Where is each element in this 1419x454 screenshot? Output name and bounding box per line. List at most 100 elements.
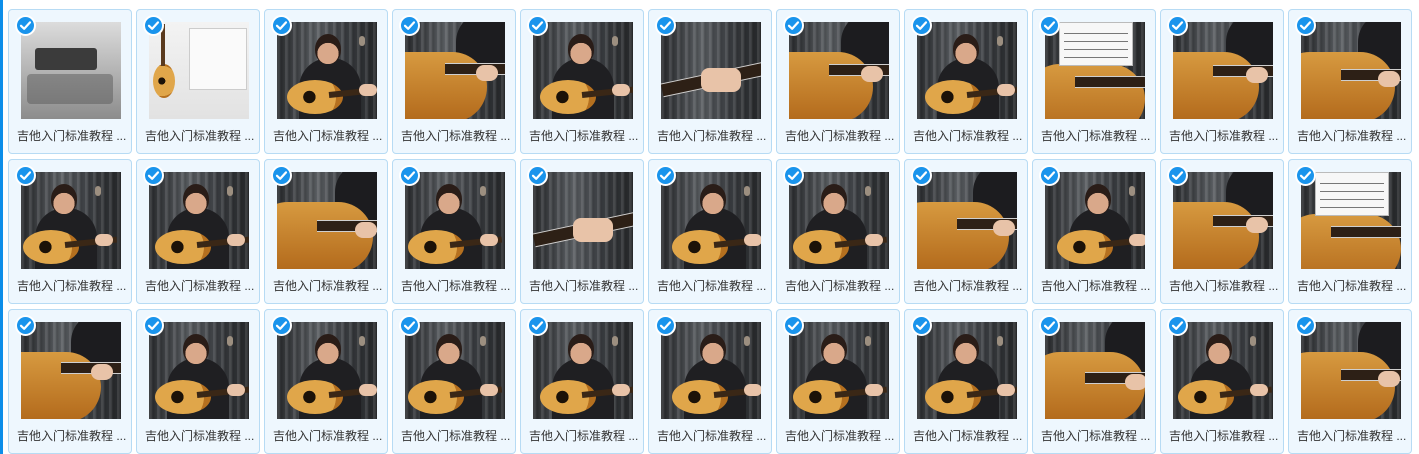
video-thumbnail[interactable] bbox=[277, 172, 377, 269]
file-card[interactable]: 吉他入门标准教程 ... bbox=[648, 309, 772, 454]
check-icon[interactable] bbox=[1167, 315, 1188, 336]
file-card[interactable]: 吉他入门标准教程 ... bbox=[520, 159, 644, 304]
file-label[interactable]: 吉他入门标准教程 ... bbox=[785, 129, 897, 143]
file-card[interactable]: 吉他入门标准教程 ... bbox=[264, 9, 388, 154]
file-card[interactable]: 吉他入门标准教程 ... bbox=[1160, 309, 1284, 454]
file-label[interactable]: 吉他入门标准教程 ... bbox=[273, 429, 385, 443]
file-label[interactable]: 吉他入门标准教程 ... bbox=[657, 429, 769, 443]
check-icon[interactable] bbox=[1039, 315, 1060, 336]
video-thumbnail[interactable] bbox=[789, 22, 889, 119]
video-thumbnail[interactable] bbox=[661, 322, 761, 419]
video-thumbnail[interactable] bbox=[1173, 322, 1273, 419]
file-label[interactable]: 吉他入门标准教程 ... bbox=[17, 279, 129, 293]
file-label[interactable]: 吉他入门标准教程 ... bbox=[1169, 429, 1281, 443]
video-thumbnail[interactable] bbox=[21, 172, 121, 269]
check-icon[interactable] bbox=[143, 315, 164, 336]
check-icon[interactable] bbox=[271, 15, 292, 36]
video-thumbnail[interactable] bbox=[277, 322, 377, 419]
video-thumbnail[interactable] bbox=[149, 22, 249, 119]
file-label[interactable]: 吉他入门标准教程 ... bbox=[1297, 279, 1409, 293]
video-thumbnail[interactable] bbox=[1045, 322, 1145, 419]
file-label[interactable]: 吉他入门标准教程 ... bbox=[17, 429, 129, 443]
file-card[interactable]: 吉他入门标准教程 ... bbox=[1032, 159, 1156, 304]
check-icon[interactable] bbox=[783, 315, 804, 336]
file-card[interactable]: 吉他入门标准教程 ... bbox=[264, 309, 388, 454]
check-icon[interactable] bbox=[911, 315, 932, 336]
file-label[interactable]: 吉他入门标准教程 ... bbox=[529, 129, 641, 143]
check-icon[interactable] bbox=[1295, 15, 1316, 36]
video-thumbnail[interactable] bbox=[21, 22, 121, 119]
check-icon[interactable] bbox=[527, 315, 548, 336]
check-icon[interactable] bbox=[527, 165, 548, 186]
file-label[interactable]: 吉他入门标准教程 ... bbox=[913, 129, 1025, 143]
file-card[interactable]: 吉他入门标准教程 ... bbox=[520, 309, 644, 454]
file-card[interactable]: 吉他入门标准教程 ... bbox=[1032, 309, 1156, 454]
file-card[interactable]: 吉他入门标准教程 ... bbox=[1160, 159, 1284, 304]
file-label[interactable]: 吉他入门标准教程 ... bbox=[401, 429, 513, 443]
video-thumbnail[interactable] bbox=[1301, 322, 1401, 419]
video-thumbnail[interactable] bbox=[661, 22, 761, 119]
check-icon[interactable] bbox=[15, 15, 36, 36]
file-label[interactable]: 吉他入门标准教程 ... bbox=[529, 279, 641, 293]
file-card[interactable]: 吉他入门标准教程 ... bbox=[136, 309, 260, 454]
video-thumbnail[interactable] bbox=[405, 172, 505, 269]
file-label[interactable]: 吉他入门标准教程 ... bbox=[913, 429, 1025, 443]
check-icon[interactable] bbox=[1167, 165, 1188, 186]
check-icon[interactable] bbox=[783, 165, 804, 186]
video-thumbnail[interactable] bbox=[789, 172, 889, 269]
check-icon[interactable] bbox=[1295, 165, 1316, 186]
file-label[interactable]: 吉他入门标准教程 ... bbox=[273, 279, 385, 293]
file-label[interactable]: 吉他入门标准教程 ... bbox=[145, 129, 257, 143]
file-card[interactable]: 吉他入门标准教程 ... bbox=[1288, 9, 1412, 154]
file-label[interactable]: 吉他入门标准教程 ... bbox=[401, 279, 513, 293]
file-card[interactable]: 吉他入门标准教程 ... bbox=[392, 309, 516, 454]
check-icon[interactable] bbox=[399, 315, 420, 336]
video-thumbnail[interactable] bbox=[917, 322, 1017, 419]
file-card[interactable]: 吉他入门标准教程 ... bbox=[136, 9, 260, 154]
file-label[interactable]: 吉他入门标准教程 ... bbox=[1041, 429, 1153, 443]
file-card[interactable]: 吉他入门标准教程 ... bbox=[520, 9, 644, 154]
video-thumbnail[interactable] bbox=[277, 22, 377, 119]
check-icon[interactable] bbox=[911, 15, 932, 36]
file-card[interactable]: 吉他入门标准教程 ... bbox=[1160, 9, 1284, 154]
video-thumbnail[interactable] bbox=[661, 172, 761, 269]
file-card[interactable]: 吉他入门标准教程 ... bbox=[392, 159, 516, 304]
file-label[interactable]: 吉他入门标准教程 ... bbox=[913, 279, 1025, 293]
file-card[interactable]: 吉他入门标准教程 ... bbox=[8, 159, 132, 304]
file-label[interactable]: 吉他入门标准教程 ... bbox=[1041, 129, 1153, 143]
file-label[interactable]: 吉他入门标准教程 ... bbox=[657, 129, 769, 143]
video-thumbnail[interactable] bbox=[533, 22, 633, 119]
file-card[interactable]: 吉他入门标准教程 ... bbox=[776, 309, 900, 454]
video-thumbnail[interactable] bbox=[405, 322, 505, 419]
check-icon[interactable] bbox=[1295, 315, 1316, 336]
video-thumbnail[interactable] bbox=[917, 172, 1017, 269]
file-label[interactable]: 吉他入门标准教程 ... bbox=[401, 129, 513, 143]
file-label[interactable]: 吉他入门标准教程 ... bbox=[785, 429, 897, 443]
file-card[interactable]: 吉他入门标准教程 ... bbox=[392, 9, 516, 154]
file-label[interactable]: 吉他入门标准教程 ... bbox=[1169, 129, 1281, 143]
file-label[interactable]: 吉他入门标准教程 ... bbox=[1041, 279, 1153, 293]
check-icon[interactable] bbox=[399, 165, 420, 186]
check-icon[interactable] bbox=[399, 15, 420, 36]
check-icon[interactable] bbox=[1167, 15, 1188, 36]
file-card[interactable]: 吉他入门标准教程 ... bbox=[1288, 309, 1412, 454]
file-card[interactable]: 吉他入门标准教程 ... bbox=[136, 159, 260, 304]
file-card[interactable]: 吉他入门标准教程 ... bbox=[264, 159, 388, 304]
check-icon[interactable] bbox=[143, 15, 164, 36]
file-label[interactable]: 吉他入门标准教程 ... bbox=[1297, 429, 1409, 443]
video-thumbnail[interactable] bbox=[149, 322, 249, 419]
video-thumbnail[interactable] bbox=[533, 322, 633, 419]
file-card[interactable]: 吉他入门标准教程 ... bbox=[1032, 9, 1156, 154]
check-icon[interactable] bbox=[1039, 15, 1060, 36]
check-icon[interactable] bbox=[1039, 165, 1060, 186]
video-thumbnail[interactable] bbox=[789, 322, 889, 419]
video-thumbnail[interactable] bbox=[149, 172, 249, 269]
video-thumbnail[interactable] bbox=[405, 22, 505, 119]
check-icon[interactable] bbox=[655, 315, 676, 336]
file-card[interactable]: 吉他入门标准教程 ... bbox=[904, 159, 1028, 304]
video-thumbnail[interactable] bbox=[1045, 172, 1145, 269]
file-label[interactable]: 吉他入门标准教程 ... bbox=[145, 429, 257, 443]
check-icon[interactable] bbox=[271, 165, 292, 186]
file-card[interactable]: 吉他入门标准教程 ... bbox=[776, 9, 900, 154]
file-label[interactable]: 吉他入门标准教程 ... bbox=[17, 129, 129, 143]
